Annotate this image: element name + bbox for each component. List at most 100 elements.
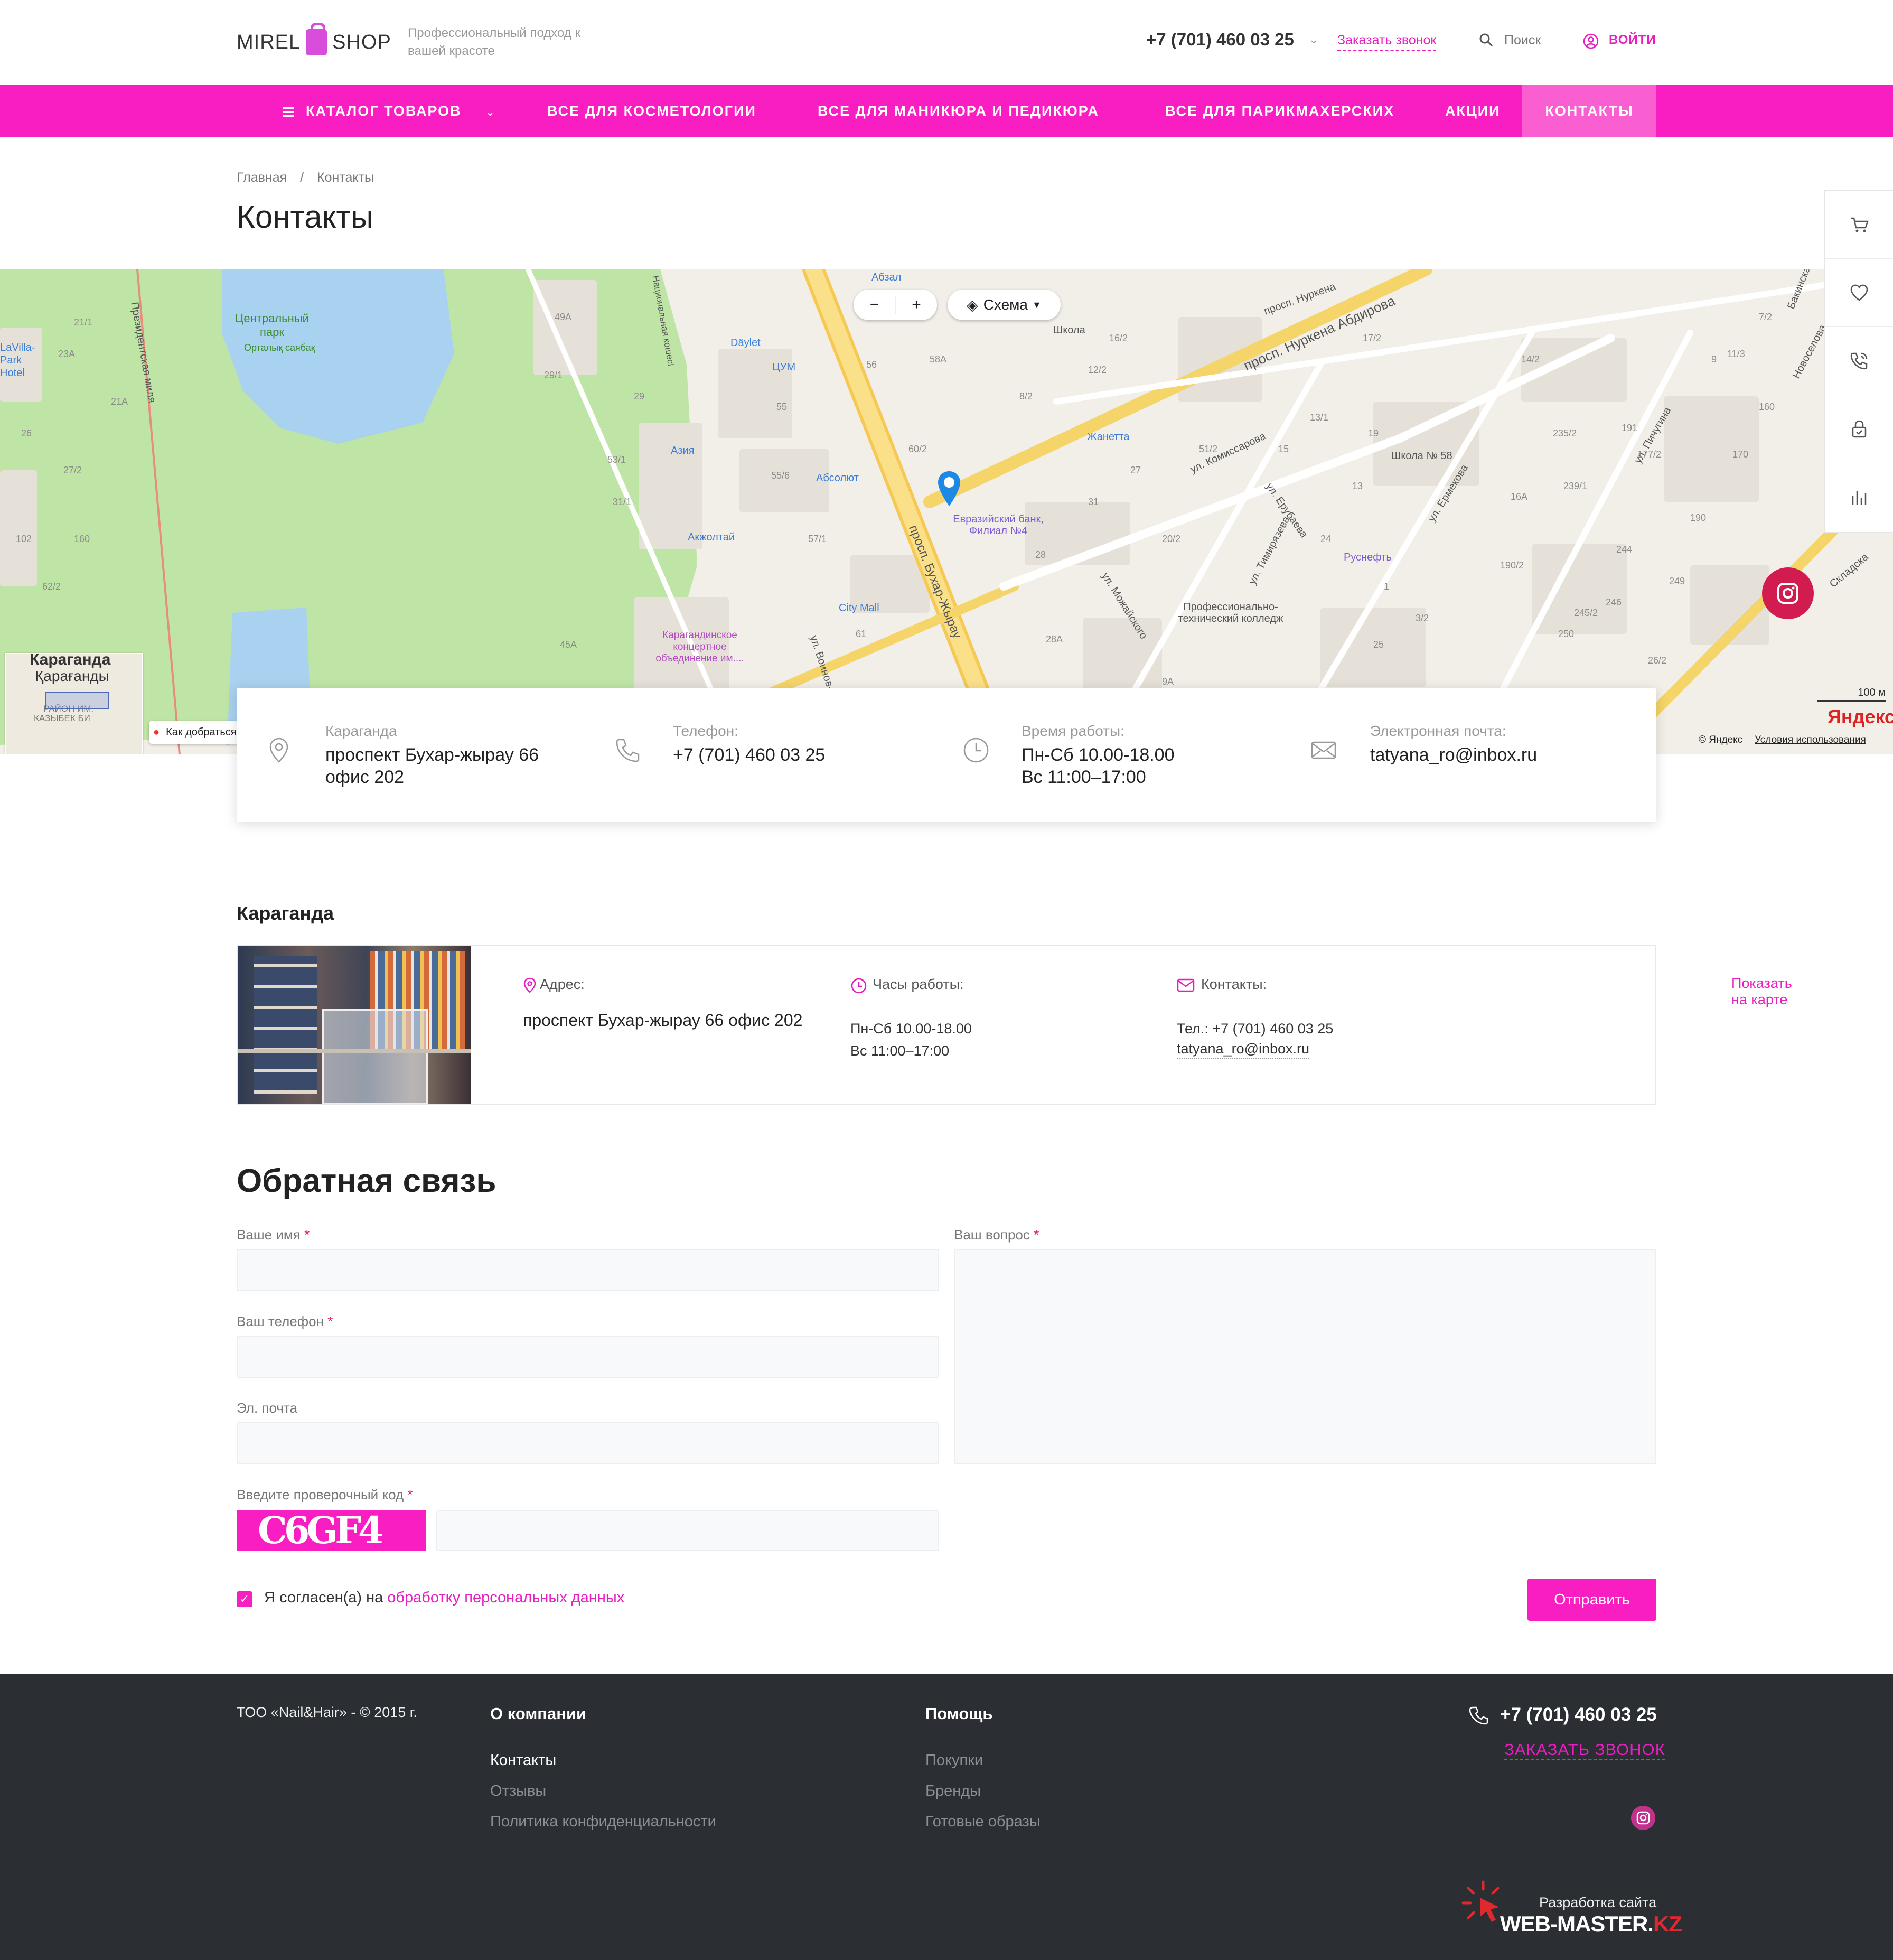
name-input[interactable] <box>237 1249 939 1291</box>
site-tagline: Профессиональный подход к вашей красоте <box>408 26 581 58</box>
zoom-out-button[interactable]: − <box>854 296 895 314</box>
email-input[interactable] <box>237 1422 939 1464</box>
lock-icon <box>1852 420 1867 438</box>
nav-contacts[interactable]: КОНТАКТЫ <box>1522 85 1656 137</box>
map-poi-aziya: Азия <box>671 445 695 456</box>
menu-icon <box>283 107 294 117</box>
instagram-icon <box>1636 1811 1650 1825</box>
map-house-number: 16А <box>1511 491 1528 502</box>
sidebar-account[interactable] <box>1825 395 1893 463</box>
map-house-number: 160 <box>74 534 90 544</box>
map-route-button[interactable]: ● Как добраться <box>149 721 239 744</box>
map-house-number: 28 <box>1035 549 1046 560</box>
instagram-float-button[interactable] <box>1762 567 1814 619</box>
developer-label: Разработка сайта <box>1539 1894 1657 1910</box>
map-brand: Яндекс <box>1828 706 1893 727</box>
user-icon[interactable] <box>1582 33 1599 50</box>
nav-hairdresser[interactable]: ВСЕ ДЛЯ ПАРИКМАХЕРСКИХ <box>1165 85 1394 137</box>
site-logo[interactable]: MIREL SHOP <box>237 23 391 59</box>
map-terms-link[interactable]: Условия использования <box>1755 734 1866 746</box>
map-house-number: 55/6 <box>771 470 790 481</box>
map-zoom-controls: − + <box>854 290 937 320</box>
map-house-number: 8/2 <box>1019 391 1033 402</box>
store-email[interactable]: tatyana_ro@inbox.ru <box>1177 1040 1310 1059</box>
minimap-district: КАЗЫБЕК БИ <box>34 713 90 723</box>
info-address: проспект Бухар-жырау 66 офис 202 <box>325 745 539 787</box>
map-house-number: 11/3 <box>1727 349 1745 359</box>
zoom-in-button[interactable]: + <box>895 296 937 314</box>
map-pin-icon[interactable] <box>936 470 962 509</box>
right-sidebar <box>1824 190 1893 533</box>
search-label[interactable]: Поиск <box>1504 33 1541 48</box>
contacts-mail-icon <box>1177 978 1195 992</box>
captcha-input[interactable] <box>436 1510 939 1551</box>
captcha-image[interactable]: C6GF4 <box>237 1510 426 1551</box>
clock-icon <box>963 738 989 763</box>
map-house-number: 29 <box>634 391 645 402</box>
footer-instagram-button[interactable] <box>1631 1806 1655 1830</box>
map-house-number: 28А <box>1046 634 1063 645</box>
sidebar-favorites[interactable] <box>1825 259 1893 327</box>
footer-link-reviews[interactable]: Отзывы <box>490 1782 546 1800</box>
map-house-number: 27/2 <box>63 465 82 475</box>
footer-phone[interactable]: +7 (701) 460 03 25 <box>1500 1704 1657 1725</box>
chevron-down-icon: ⌄ <box>485 107 496 118</box>
question-textarea[interactable] <box>954 1249 1656 1464</box>
nav-cosmetology[interactable]: ВСЕ ДЛЯ КОСМЕТОЛОГИИ <box>547 85 756 137</box>
map-house-number: 3/2 <box>1416 613 1429 623</box>
footer-link-contacts[interactable]: Контакты <box>490 1752 556 1769</box>
map-house-number: 55 <box>776 402 788 412</box>
map-minimap[interactable]: Караганда Қарағанды РАЙОН ИМ. КАЗЫБЕК БИ <box>5 653 143 754</box>
map-house-number: 21/1 <box>74 317 93 328</box>
nav-catalog[interactable]: КАТАЛОГ ТОВАРОВ ⌄ <box>283 85 495 137</box>
footer-link-purchases[interactable]: Покупки <box>925 1752 983 1769</box>
store-city-heading: Караганда <box>237 902 334 924</box>
sidebar-compare[interactable] <box>1825 463 1893 531</box>
site-header: MIREL SHOP Профессиональный подход к ваш… <box>0 0 1893 85</box>
map-house-number: 191 <box>1622 423 1638 433</box>
nav-promotions[interactable]: АКЦИИ <box>1445 85 1501 137</box>
info-email[interactable]: tatyana_ro@inbox.ru <box>1370 744 1634 766</box>
footer-help-heading: Помощь <box>925 1704 993 1723</box>
privacy-policy-link[interactable]: обработку персональных данных <box>387 1589 624 1606</box>
footer-callback-link[interactable]: ЗАКАЗАТЬ ЗВОНОК <box>1504 1740 1665 1760</box>
submit-button[interactable]: Отправить <box>1527 1579 1656 1621</box>
map-house-number: 250 <box>1558 629 1575 639</box>
chevron-down-icon[interactable]: ⌄ <box>1309 33 1318 46</box>
contact-info-card: Караганда проспект Бухар-жырау 66 офис 2… <box>237 688 1656 822</box>
map[interactable]: Президентская миля просп. Бухар-Жырау пр… <box>0 269 1893 754</box>
cart-icon <box>1851 217 1869 232</box>
map-label-park: Центральный парк <box>235 312 309 339</box>
map-house-number: 45А <box>560 639 577 650</box>
sidebar-cart[interactable] <box>1825 191 1893 259</box>
logo-text-right: SHOP <box>332 31 391 53</box>
consent-checkbox[interactable]: ✓ <box>237 1591 252 1607</box>
show-on-map-link[interactable]: Показать на карте <box>1731 975 1792 1008</box>
footer-link-privacy[interactable]: Политика конфиденциальности <box>490 1813 716 1831</box>
consent-text: Я согласен(а) на обработку персональных … <box>264 1589 625 1606</box>
store-photo[interactable] <box>238 946 471 1104</box>
header-phone[interactable]: +7 (701) 460 03 25 <box>1146 30 1294 50</box>
hours-clock-icon <box>851 978 867 994</box>
login-link[interactable]: ВОЙТИ <box>1609 33 1656 48</box>
search-icon[interactable] <box>1479 33 1494 48</box>
map-house-number: 21А <box>111 396 128 407</box>
map-poi-rusnef: Руснефть <box>1344 552 1392 563</box>
info-phone[interactable]: +7 (701) 460 03 25 <box>673 744 905 766</box>
callback-link[interactable]: Заказать звонок <box>1337 33 1437 51</box>
map-house-number: 190 <box>1690 512 1707 523</box>
heart-icon <box>1850 284 1868 301</box>
store-phone[interactable]: Тел.: +7 (701) 460 03 25 <box>1177 1018 1333 1040</box>
phone-input[interactable] <box>237 1336 939 1378</box>
breadcrumb-home[interactable]: Главная <box>237 170 287 185</box>
footer-link-brands[interactable]: Бренды <box>925 1782 981 1800</box>
sidebar-callback[interactable] <box>1825 327 1893 395</box>
map-layer-toggle[interactable]: ◈ Схема ▼ <box>948 290 1061 320</box>
nav-manicure[interactable]: ВСЕ ДЛЯ МАНИКЮРА И ПЕДИКЮРА <box>818 85 1099 137</box>
map-poi-concert: Карагандинское концертное объединение им… <box>655 630 744 664</box>
feedback-title: Обратная связь <box>237 1163 496 1199</box>
map-house-number: 1 <box>1384 581 1390 592</box>
developer-brand-link[interactable]: WEB-MASTER.KZ <box>1500 1911 1682 1937</box>
footer-link-looks[interactable]: Готовые образы <box>925 1813 1041 1831</box>
instagram-icon <box>1777 583 1798 604</box>
